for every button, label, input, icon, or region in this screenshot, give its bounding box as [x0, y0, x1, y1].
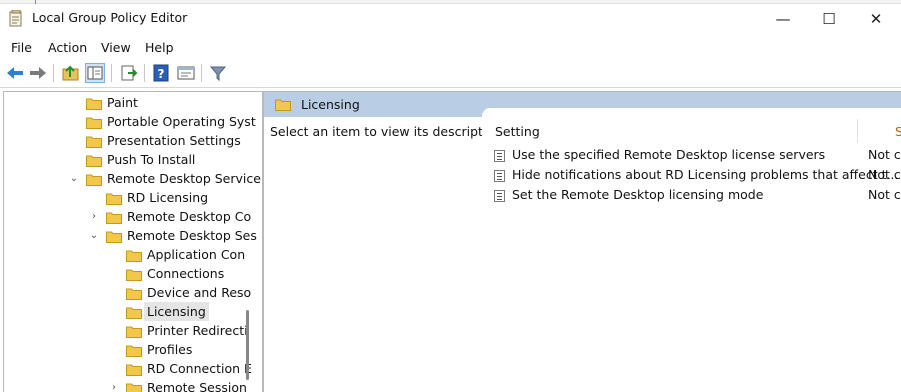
folder-icon: [126, 305, 142, 319]
tree-item[interactable]: › Remote Desktop Co: [4, 207, 262, 226]
folder-icon: [106, 191, 122, 205]
tree-item[interactable]: Paint: [4, 93, 262, 112]
tree-scrollbar[interactable]: [246, 310, 249, 380]
collapse-chevron-icon[interactable]: ⌄: [69, 169, 79, 188]
folder-icon: [86, 153, 102, 167]
tree-item[interactable]: Profiles: [4, 340, 262, 359]
folder-icon: [126, 362, 142, 376]
tree-item-label: Push To Install: [107, 152, 196, 167]
column-header-state[interactable]: S: [895, 124, 901, 139]
folder-icon: [106, 229, 122, 243]
tree-item-label: Remote Desktop Co: [127, 209, 252, 224]
policy-setting-state: Not c: [868, 167, 901, 182]
tree-item[interactable]: Licensing: [4, 302, 262, 321]
tree-item-label: Presentation Settings: [107, 133, 241, 148]
window-title: Local Group Policy Editor: [32, 10, 188, 25]
folder-icon: [126, 267, 142, 281]
export-list-icon[interactable]: [119, 63, 139, 83]
tree-item-label: Printer Redirecti: [147, 323, 248, 338]
tree-item-label: RD Connection E: [147, 361, 252, 376]
tree-item[interactable]: RD Licensing: [4, 188, 262, 207]
toolbar-separator: [201, 64, 202, 82]
app-icon: [9, 9, 23, 27]
menu-file[interactable]: File: [11, 40, 32, 55]
menu-bar: [0, 37, 901, 59]
expand-chevron-icon[interactable]: ›: [109, 378, 119, 392]
show-hide-tree-icon[interactable]: [85, 63, 105, 83]
column-divider[interactable]: [857, 119, 858, 143]
tree-item[interactable]: Portable Operating Syst: [4, 112, 262, 131]
policy-setting-name: Hide notifications about RD Licensing pr…: [512, 167, 899, 182]
tree-item[interactable]: Application Con: [4, 245, 262, 264]
folder-icon: [86, 134, 102, 148]
tree-item-label: Application Con: [147, 247, 246, 262]
policy-setting-state: Not c: [868, 147, 901, 162]
minimize-button[interactable]: —: [760, 4, 806, 34]
close-button[interactable]: ✕: [853, 4, 899, 34]
tree-item-label: Remote Desktop Service: [107, 171, 261, 186]
tree-item[interactable]: Device and Reso: [4, 283, 262, 302]
folder-icon: [86, 96, 102, 110]
folder-icon: [275, 98, 291, 111]
details-title: Licensing: [301, 97, 360, 112]
column-header-setting[interactable]: Setting: [495, 124, 540, 139]
policy-setting-icon: [494, 190, 505, 202]
tree-item[interactable]: RD Connection E: [4, 359, 262, 378]
help-icon[interactable]: ?: [151, 63, 171, 83]
tree-item-label: RD Licensing: [127, 190, 209, 205]
folder-icon: [86, 172, 102, 186]
policy-setting-icon: [494, 150, 505, 162]
tree-item-label: Remote Session: [147, 380, 247, 392]
policy-setting-icon: [494, 170, 505, 182]
folder-icon: [126, 286, 142, 300]
expand-chevron-icon[interactable]: ›: [89, 207, 99, 226]
policy-setting-row[interactable]: Use the specified Remote Desktop license…: [494, 145, 901, 165]
policy-setting-row[interactable]: Hide notifications about RD Licensing pr…: [494, 165, 901, 185]
properties-icon[interactable]: [176, 63, 196, 83]
tree-item[interactable]: Printer Redirecti: [4, 321, 262, 340]
tree-item-label: Portable Operating Syst: [107, 114, 256, 129]
up-folder-icon[interactable]: [61, 63, 81, 83]
tree-item[interactable]: › Remote Session: [4, 378, 262, 392]
tree-item-label: Remote Desktop Ses: [127, 228, 257, 243]
toolbar-separator: [111, 64, 112, 82]
menu-view[interactable]: View: [101, 40, 131, 55]
policy-setting-state: Not c: [868, 187, 901, 202]
folder-icon: [126, 324, 142, 338]
folder-icon: [126, 248, 142, 262]
folder-icon: [126, 343, 142, 357]
forward-icon[interactable]: [28, 63, 48, 83]
menu-action[interactable]: Action: [48, 40, 87, 55]
policy-setting-row[interactable]: Set the Remote Desktop licensing mode Not…: [494, 185, 901, 205]
policy-setting-name: Set the Remote Desktop licensing mode: [512, 187, 764, 202]
folder-icon: [86, 115, 102, 129]
tree-item-label: Device and Reso: [147, 285, 252, 300]
filter-icon[interactable]: [208, 63, 228, 83]
tree-item-label: Profiles: [147, 342, 193, 357]
collapse-chevron-icon[interactable]: ⌄: [89, 226, 99, 245]
back-icon[interactable]: [5, 63, 25, 83]
tree-item[interactable]: Presentation Settings: [4, 131, 262, 150]
tree-item[interactable]: Push To Install: [4, 150, 262, 169]
tree-item[interactable]: Connections: [4, 264, 262, 283]
tree-item-label: Paint: [107, 95, 138, 110]
policy-setting-name: Use the specified Remote Desktop license…: [512, 147, 826, 162]
folder-icon: [126, 381, 142, 392]
tree-item-label: Licensing: [144, 302, 209, 321]
toolbar-separator: [53, 64, 54, 82]
description-text: Select an item to view its description.: [270, 124, 506, 139]
tree-item[interactable]: ⌄ Remote Desktop Ses: [4, 226, 262, 245]
folder-icon: [106, 210, 122, 224]
tree-item-label: Connections: [147, 266, 225, 281]
top-edge-mark: [35, 0, 36, 4]
menu-help[interactable]: Help: [145, 40, 174, 55]
toolbar-separator: [144, 64, 145, 82]
tree-item[interactable]: ⌄ Remote Desktop Service: [4, 169, 262, 188]
maximize-button[interactable]: ☐: [806, 4, 852, 34]
svg-text:?: ?: [158, 67, 165, 81]
console-tree[interactable]: Paint Portable Operating Syst Presentation…: [3, 91, 263, 392]
